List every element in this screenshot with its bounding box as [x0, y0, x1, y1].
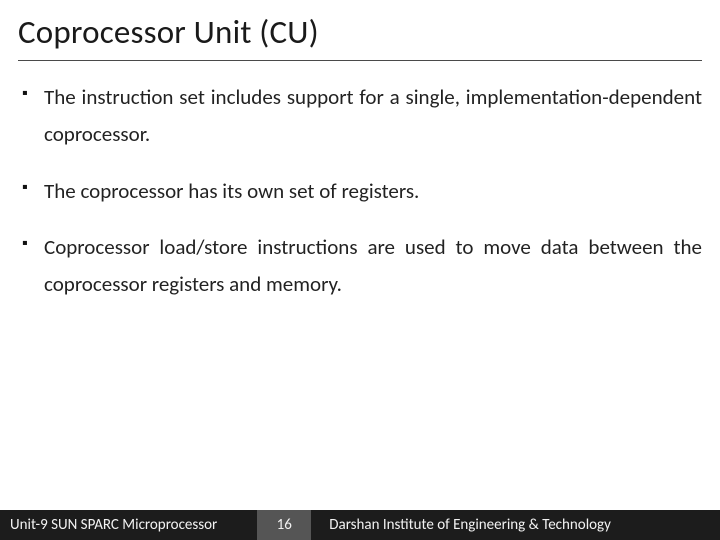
slide-title: Coprocessor Unit (CU) [0, 0, 720, 56]
slide: Coprocessor Unit (CU) The instruction se… [0, 0, 720, 540]
footer-institute: Darshan Institute of Engineering & Techn… [329, 516, 720, 534]
footer-page-number: 16 [257, 510, 311, 540]
bullet-item: The instruction set includes support for… [18, 79, 702, 153]
bullet-list: The instruction set includes support for… [18, 79, 702, 303]
slide-body: The instruction set includes support for… [0, 61, 720, 540]
bullet-item: The coprocessor has its own set of regis… [18, 173, 702, 210]
footer-unit: Unit-9 SUN SPARC Microprocessor [0, 516, 217, 534]
slide-footer: Unit-9 SUN SPARC Microprocessor 16 Darsh… [0, 510, 720, 540]
bullet-item: Coprocessor load/store instructions are … [18, 229, 702, 303]
